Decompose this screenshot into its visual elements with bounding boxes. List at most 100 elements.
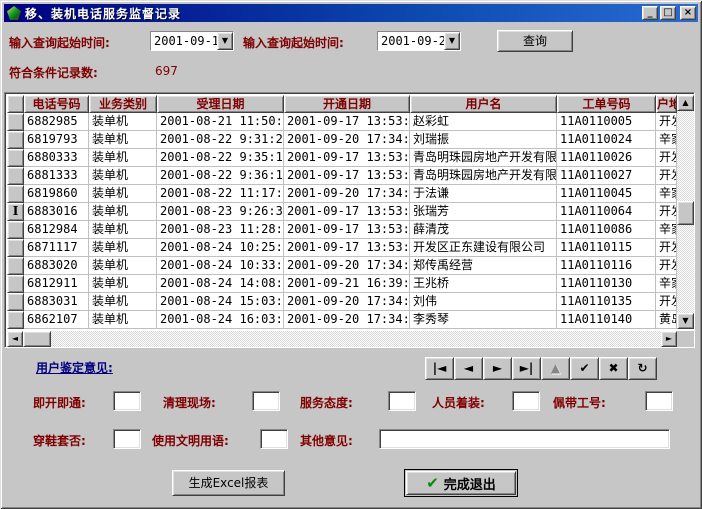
maximize-icon[interactable]: □ [660,6,676,20]
cell-order-no[interactable]: 11A0110135 [557,293,656,311]
cell-user-name[interactable]: 刘瑞振 [410,131,557,149]
cell-accept-date[interactable]: 2001-08-24 10:25:25 [157,239,284,257]
cell-phone[interactable]: 6812984 [24,221,89,239]
next-record-icon[interactable]: ► [483,357,512,380]
cell-service-type[interactable]: 装单机 [89,275,157,293]
cell-service-type[interactable]: 装单机 [89,131,157,149]
cell-address[interactable]: 辛家 [656,221,677,239]
cell-accept-date[interactable]: 2001-08-23 9:26:36 [157,203,284,221]
cell-service-type[interactable]: 装单机 [89,239,157,257]
field-instant-open-input[interactable] [114,392,140,410]
scroll-up-icon[interactable]: ▲ [677,95,694,111]
field-shoe-cover-input[interactable] [113,429,141,449]
chevron-down-icon[interactable]: ▼ [217,32,233,50]
field-badge-worn-input[interactable] [646,392,672,410]
vertical-scrollbar[interactable]: ▲▼ [677,95,694,329]
horizontal-scroll-thumb[interactable] [23,331,51,347]
cell-accept-date[interactable]: 2001-08-24 14:08:07 [157,275,284,293]
field-polite-language-input[interactable] [261,430,287,448]
refresh-icon[interactable]: ↻ [628,357,657,380]
cancel-edit-icon[interactable]: ✖ [599,357,628,380]
cell-order-no[interactable]: 11A0110064 [557,203,656,221]
cell-order-no[interactable]: 11A0110116 [557,257,656,275]
cell-address[interactable]: 开发 [656,257,677,275]
field-other-comments-input[interactable] [380,430,669,448]
cell-address[interactable]: 黄岛 [656,311,677,329]
field-service-attitude-input[interactable] [389,392,415,410]
cell-service-type[interactable]: 装单机 [89,203,157,221]
cell-phone[interactable]: 6882985 [24,113,89,131]
column-header-phone[interactable]: 电话号码 [24,95,89,113]
finish-exit-button[interactable]: ✔ 完成退出 [404,469,518,497]
cell-open-date[interactable]: 2001-09-17 13:53:55 [284,149,410,167]
field-other-comments-input[interactable] [379,429,670,449]
cell-phone[interactable]: 6862107 [24,311,89,329]
cell-address[interactable]: 辛家 [656,275,677,293]
cell-order-no[interactable]: 11A0110024 [557,131,656,149]
cell-address[interactable]: 开发 [656,149,677,167]
cell-order-no[interactable]: 11A0110005 [557,113,656,131]
column-header-service-type[interactable]: 业务类别 [89,95,157,113]
cell-service-type[interactable]: 装单机 [89,185,157,203]
cell-order-no[interactable]: 11A0110115 [557,239,656,257]
query-end-date-combo[interactable]: 2001-09-23 ▼ [377,31,461,51]
cell-address[interactable]: 辛家 [656,185,677,203]
generate-excel-button[interactable]: 生成Excel报表 [172,470,285,496]
cell-service-type[interactable]: 装单机 [89,257,157,275]
chevron-down-icon[interactable]: ▼ [444,32,460,50]
column-header-address[interactable]: 户地 [656,95,677,113]
first-record-icon[interactable]: |◄ [425,357,454,380]
cell-open-date[interactable]: 2001-09-20 17:34:09 [284,293,410,311]
scroll-down-icon[interactable]: ▼ [677,313,694,329]
cell-open-date[interactable]: 2001-09-20 17:34:04 [284,131,410,149]
cell-accept-date[interactable]: 2001-08-22 9:35:13 [157,149,284,167]
cell-phone[interactable]: 6871117 [24,239,89,257]
cell-accept-date[interactable]: 2001-08-22 11:17:20 [157,185,284,203]
cell-open-date[interactable]: 2001-09-17 13:53:56 [284,167,410,185]
minimize-icon[interactable]: _ [642,6,658,20]
column-header-order-no[interactable]: 工单号码 [557,95,656,113]
cell-service-type[interactable]: 装单机 [89,293,157,311]
field-instant-open-input[interactable] [113,391,141,411]
cell-accept-date[interactable]: 2001-08-23 11:28:14 [157,221,284,239]
cell-order-no[interactable]: 11A0110026 [557,149,656,167]
field-polite-language-input[interactable] [260,429,288,449]
vertical-scroll-thumb[interactable] [677,201,694,225]
cell-service-type[interactable]: 装单机 [89,311,157,329]
cell-user-name[interactable]: 开发区正东建设有限公司 [410,239,557,257]
cell-user-name[interactable]: 王兆桥 [410,275,557,293]
cell-user-name[interactable]: 青岛明珠园房地产开发有限 [410,167,557,185]
column-header-open-date[interactable]: 开通日期 [284,95,410,113]
column-header-accept-date[interactable]: 受理日期 [157,95,284,113]
cell-phone[interactable]: 6883020 [24,257,89,275]
cell-phone[interactable]: 6812911 [24,275,89,293]
cell-address[interactable]: 开发 [656,113,677,131]
field-clean-site-input[interactable] [252,391,280,411]
query-start-date-combo[interactable]: 2001-09-16 ▼ [150,31,234,51]
cell-user-name[interactable]: 刘伟 [410,293,557,311]
cell-user-name[interactable]: 张瑞芳 [410,203,557,221]
close-icon[interactable]: × [680,6,696,20]
cell-address[interactable]: 开发 [656,167,677,185]
cell-user-name[interactable]: 郑传禹经营 [410,257,557,275]
cell-open-date[interactable]: 2001-09-20 17:34:10 [284,311,410,329]
cell-service-type[interactable]: 装单机 [89,113,157,131]
cell-open-date[interactable]: 2001-09-17 13:53:58 [284,221,410,239]
cell-user-name[interactable]: 赵彩虹 [410,113,557,131]
cell-accept-date[interactable]: 2001-08-24 10:33:28 [157,257,284,275]
cell-address[interactable]: 辛家 [656,131,677,149]
post-edit-icon[interactable]: ✔ [570,357,599,380]
cell-user-name[interactable]: 于法谦 [410,185,557,203]
cell-phone[interactable]: 6880333 [24,149,89,167]
cell-accept-date[interactable]: 2001-08-22 9:36:15 [157,167,284,185]
cell-service-type[interactable]: 装单机 [89,167,157,185]
cell-open-date[interactable]: 2001-09-17 13:53:59 [284,239,410,257]
field-clean-site-input[interactable] [253,392,279,410]
cell-service-type[interactable]: 装单机 [89,149,157,167]
cell-phone[interactable]: 6883031 [24,293,89,311]
scroll-right-icon[interactable]: ► [661,331,677,347]
cell-phone[interactable]: 6819860 [24,185,89,203]
cell-accept-date[interactable]: 2001-08-24 16:03:32 [157,311,284,329]
cell-order-no[interactable]: 11A0110027 [557,167,656,185]
field-service-attitude-input[interactable] [388,391,416,411]
